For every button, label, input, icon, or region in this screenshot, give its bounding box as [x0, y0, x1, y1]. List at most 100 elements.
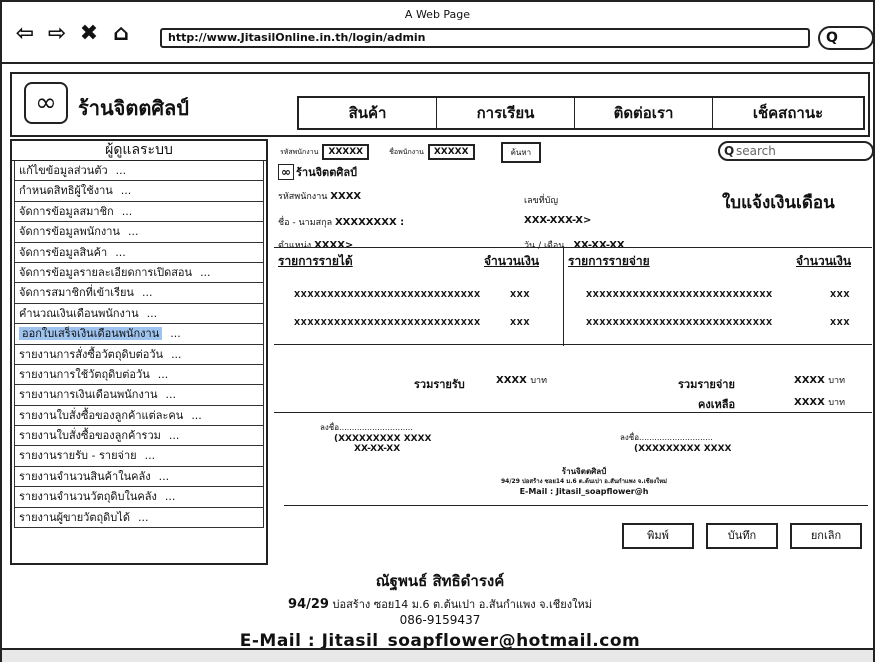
- income-item: XXXXXXXXXXXXXXXXXXXXXXXXXXXX: [294, 290, 481, 299]
- total-expense-currency: บาท: [828, 376, 846, 386]
- total-expense-value: XXXX: [794, 375, 825, 386]
- total-income-value: XXXX: [496, 375, 527, 386]
- search-icon: Q: [724, 144, 735, 158]
- slip-footer-email: E-Mail : Jitasil_soapflower@h: [519, 487, 649, 496]
- sidebar-item[interactable]: รายงานรายรับ - รายจ่าย...: [14, 446, 264, 467]
- emp-name-label: ชื่อพนักงาน: [389, 147, 424, 156]
- table-divider: [563, 248, 564, 346]
- sidebar-item-label: ออกใบเสร็จเงินเดือนพนักงาน: [19, 327, 163, 341]
- sidebar-item[interactable]: แก้ไขข้อมูลส่วนตัว...: [14, 161, 264, 182]
- sidebar-item-label: รายงานจำนวนสินค้าในคลัง: [19, 469, 151, 483]
- total-expense-label: รวมรายจ่าย: [678, 378, 735, 391]
- balance-value: XXXX: [794, 397, 825, 408]
- footer-address: 94/29 บ่อสร้าง ซอย14 ม.6 ต.ต้นเปา อ.สันก…: [10, 595, 870, 613]
- footer-phone: 086-9159437: [399, 613, 481, 627]
- sidebar-item-label: รายงานการเงินเดือนพนักงาน: [19, 388, 158, 402]
- nav-check-status[interactable]: เช็คสถานะ: [713, 98, 863, 128]
- sidebar-item[interactable]: รายงานใบสั่งซื้อของลูกค้าแต่ละคน...: [14, 405, 264, 427]
- close-icon[interactable]: ✖: [76, 22, 102, 46]
- sidebar-title: ผู้ดูแลระบบ: [12, 141, 266, 161]
- browser-window: A Web Page ⇦ ⇨ ✖ ⌂ http://www.JitasilOnl…: [0, 0, 875, 662]
- slip-account-label: เลขที่บัญ: [524, 196, 559, 206]
- sidebar-item[interactable]: จัดการข้อมูลรายละเอียดการเปิดสอน...: [14, 262, 264, 284]
- sidebar-menu: แก้ไขข้อมูลส่วนตัว... กำหนดสิทธิผู้ใช้งาน…: [12, 161, 266, 529]
- footer-address-number: 94/29: [288, 597, 329, 612]
- total-expense: XXXX บาท: [794, 373, 845, 387]
- sidebar-item-label: จัดการข้อมูลพนักงาน: [19, 225, 120, 239]
- url-input[interactable]: http://www.JitasilOnline.in.th/login/adm…: [160, 28, 810, 48]
- sidebar-item[interactable]: ออกใบเสร็จเงินเดือนพนักงาน...: [14, 324, 264, 345]
- sidebar-item-ellipsis: ...: [157, 367, 169, 381]
- expense-amount: XXX: [830, 318, 851, 327]
- sidebar-item[interactable]: รายงานการใช้วัตถุดิบต่อวัน...: [14, 364, 264, 386]
- back-arrow-icon[interactable]: ⇦: [12, 22, 38, 46]
- total-income-label: รวมรายรับ: [414, 378, 465, 391]
- save-button[interactable]: บันทึก: [706, 523, 778, 549]
- find-button[interactable]: ค้นหา: [500, 141, 542, 163]
- sidebar-item-label: รายงานผู้ขายวัตถุดิบได้: [19, 510, 130, 524]
- sidebar-item[interactable]: คำนวณเงินเดือนพนักงาน...: [14, 303, 264, 325]
- sidebar-item[interactable]: รายงานใบสั่งซื้อของลูกค้ารวม...: [14, 426, 264, 447]
- home-icon[interactable]: ⌂: [108, 22, 134, 46]
- divider: [284, 505, 868, 506]
- print-button[interactable]: พิมพ์: [622, 523, 694, 549]
- sidebar-item-ellipsis: ...: [121, 204, 133, 218]
- expense-item: XXXXXXXXXXXXXXXXXXXXXXXXXXXX: [586, 318, 773, 327]
- sidebar-item[interactable]: รายงานจำนวนสินค้าในคลัง...: [14, 466, 264, 488]
- expense-item: XXXXXXXXXXXXXXXXXXXXXXXXXXXX: [586, 290, 773, 299]
- forward-arrow-icon[interactable]: ⇨: [44, 22, 70, 46]
- sidebar-item[interactable]: กำหนดสิทธิผู้ใช้งาน...: [14, 181, 264, 202]
- sidebar-item-ellipsis: ...: [200, 265, 211, 279]
- sidebar-item-ellipsis: ...: [165, 388, 177, 402]
- nav-products[interactable]: สินค้า: [299, 98, 437, 128]
- sidebar-item-label: จัดการข้อมูลสินค้า: [19, 245, 108, 259]
- sidebar-item[interactable]: จัดการข้อมูลสินค้า...: [14, 242, 264, 263]
- sidebar-item-ellipsis: ...: [115, 164, 127, 177]
- browser-nav: ⇦ ⇨ ✖ ⌂: [12, 22, 134, 46]
- sign-left-line: ลงชื่อ.............................: [320, 423, 413, 432]
- sidebar-item-label: รายงานการใช้วัตถุดิบต่อวัน: [19, 367, 150, 381]
- sidebar-item-label: รายงานรายรับ - รายจ่าย: [19, 449, 137, 463]
- sign-right-line: ลงชื่อ.............................: [620, 433, 713, 442]
- slip-emp-id-label: รหัสพนักงาน: [278, 192, 328, 202]
- sidebar-item-ellipsis: ...: [191, 408, 202, 422]
- sidebar-item[interactable]: รายงานการเงินเดือนพนักงาน...: [14, 385, 264, 406]
- browser-search-button[interactable]: Q: [818, 26, 874, 50]
- sidebar-item-ellipsis: ...: [158, 469, 170, 483]
- slip-logo: ∞ ร้านจิตตศิลป์: [278, 163, 357, 181]
- sidebar-item[interactable]: รายงานผู้ขายวัตถุดิบได้...: [14, 507, 264, 529]
- browser-titlebar: A Web Page ⇦ ⇨ ✖ ⌂ http://www.JitasilOnl…: [2, 2, 874, 64]
- cancel-button[interactable]: ยกเลิก: [790, 523, 862, 549]
- balance-currency: บาท: [828, 398, 846, 408]
- income-amount: XXX: [510, 318, 531, 327]
- sidebar-item[interactable]: รายงานจำนวนวัตถุดิบในคลัง...: [14, 487, 264, 508]
- sidebar-item-ellipsis: ...: [168, 429, 180, 443]
- totals-section: รวมรายรับ XXXX บาท รวมรายจ่าย XXXX บาท ค…: [274, 351, 872, 413]
- slip-account: XXX-XXX-X>: [524, 215, 591, 226]
- sidebar-item-label: รายงานใบสั่งซื้อของลูกค้ารวม: [19, 429, 161, 443]
- employee-filter: รหัสพนักงาน XXXXX ชื่อพนักงาน XXXXX ค้นห…: [280, 141, 542, 163]
- search-input[interactable]: Q search: [718, 141, 874, 161]
- emp-id-input[interactable]: XXXXX: [322, 144, 370, 160]
- logo-icon[interactable]: ∞: [24, 82, 68, 124]
- nav-courses[interactable]: การเรียน: [437, 98, 575, 128]
- slip-footer-address: 94/29 บ่อสร้าง ซอย14 ม.6 ต.ต้นเปา อ.สันก…: [501, 478, 667, 485]
- sidebar-item[interactable]: จัดการข้อมูลสมาชิก...: [14, 201, 264, 223]
- sidebar-item-ellipsis: ...: [170, 327, 181, 341]
- footer-address-text: บ่อสร้าง ซอย14 ม.6 ต.ต้นเปา อ.สันกำแพง จ…: [332, 598, 592, 611]
- sidebar-item[interactable]: จัดการสมาชิกที่เข้าเรียน...: [14, 283, 264, 304]
- sidebar-item-ellipsis: ...: [137, 510, 149, 524]
- sidebar-item-label: กำหนดสิทธิผู้ใช้งาน: [19, 184, 113, 198]
- emp-id-label: รหัสพนักงาน: [280, 147, 319, 156]
- expense-amount-header: จำนวนเงิน: [796, 254, 852, 268]
- sign-left: ลงชื่อ............................. (XXX…: [320, 421, 431, 454]
- footer-owner: ณัฐพนธ์ สิทธิดำรงค์: [375, 572, 505, 590]
- status-bar: [2, 648, 873, 662]
- sidebar-item[interactable]: รายงานการสั่งซื้อวัตถุดิบต่อวัน...: [14, 344, 264, 365]
- sidebar-item-ellipsis: ...: [171, 347, 182, 361]
- emp-name-input[interactable]: XXXXX: [427, 144, 475, 160]
- site-header: ∞ ร้านจิตตศิลป์ สินค้า การเรียน ติดต่อเร…: [10, 72, 870, 137]
- sidebar-item[interactable]: จัดการข้อมูลพนักงาน...: [14, 222, 264, 243]
- income-expense-table: รายการรายได้ จำนวนเงิน รายการรายจ่าย จำน…: [274, 247, 872, 346]
- nav-contact[interactable]: ติดต่อเรา: [575, 98, 713, 128]
